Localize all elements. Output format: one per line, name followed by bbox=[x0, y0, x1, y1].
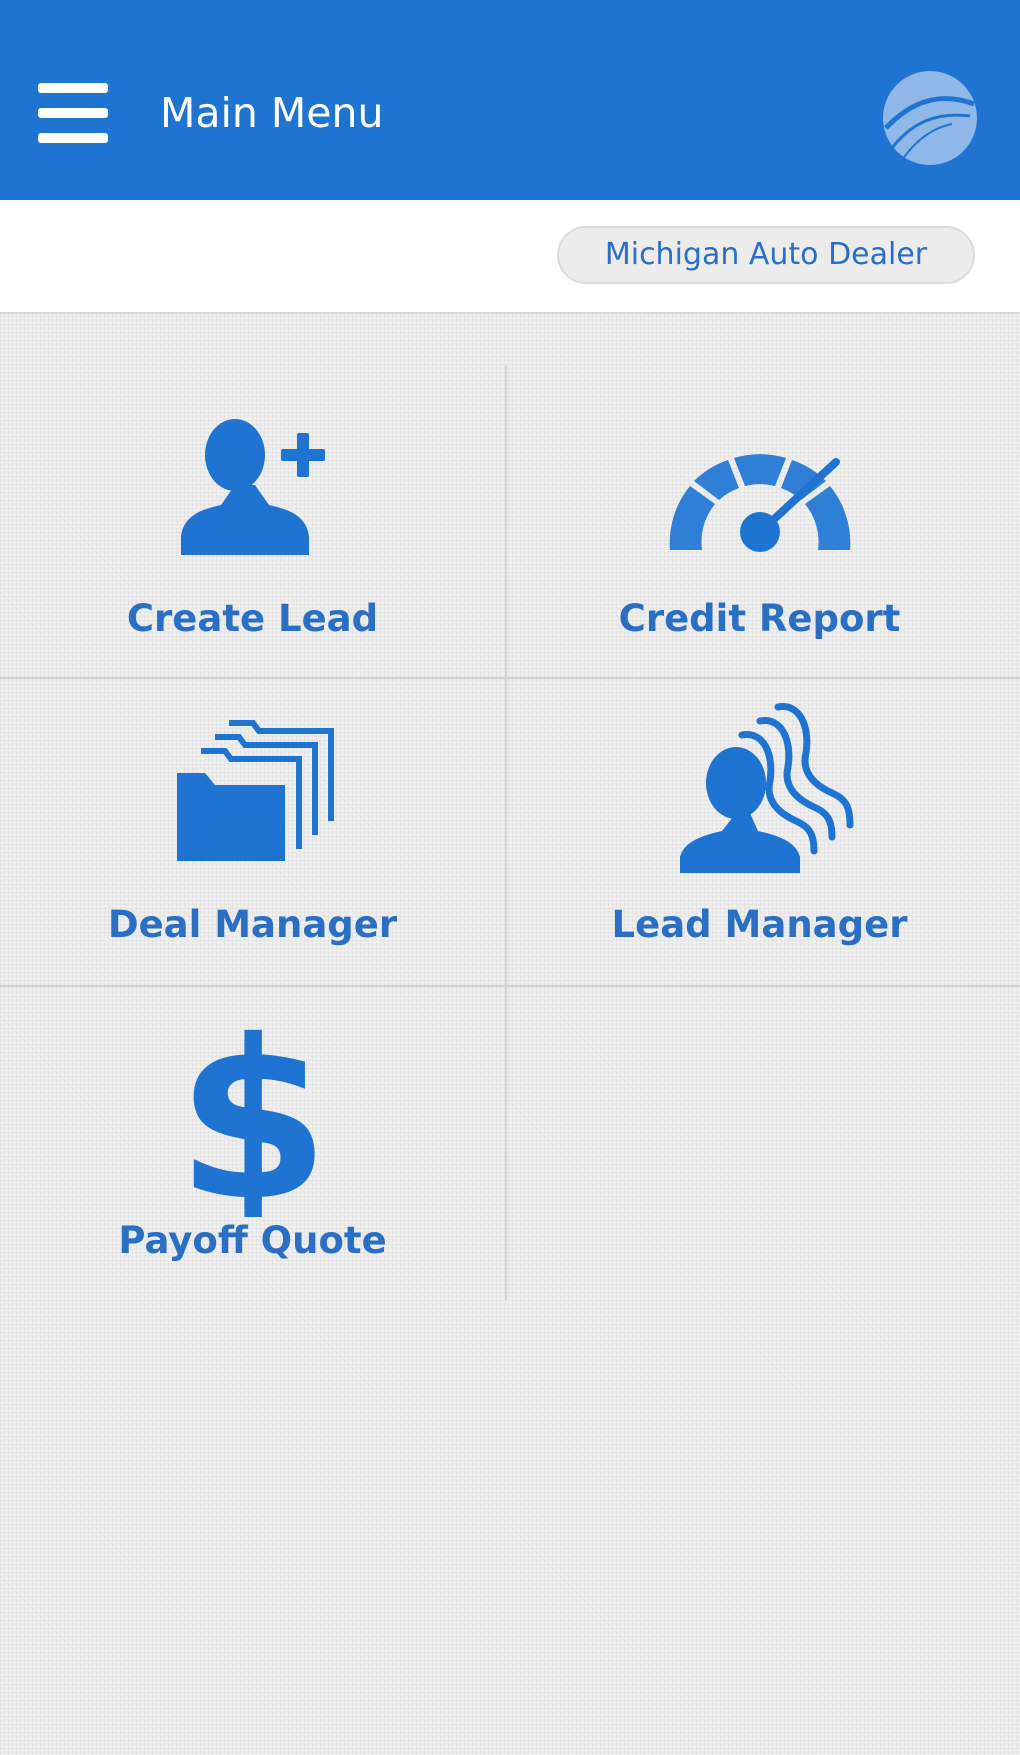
tile-label: Lead Manager bbox=[611, 903, 908, 946]
users-group-icon bbox=[679, 703, 853, 873]
app-logo-icon bbox=[883, 71, 977, 165]
app-bar: Main Menu bbox=[0, 0, 1020, 200]
main-menu-grid: Create Lead Credit Report Deal Manager L… bbox=[0, 365, 1020, 1300]
tile-payoff-quote[interactable]: $ Payoff Quote bbox=[0, 987, 505, 1300]
dollar-icon: $ bbox=[183, 1017, 323, 1217]
folders-icon bbox=[176, 720, 334, 861]
tile-credit-report[interactable]: Credit Report bbox=[507, 365, 1012, 677]
tile-label: Deal Manager bbox=[107, 903, 398, 946]
tile-create-lead[interactable]: Create Lead bbox=[0, 365, 505, 677]
tile-label: Payoff Quote bbox=[118, 1219, 387, 1262]
add-user-icon bbox=[180, 419, 325, 555]
dealer-strip: Michigan Auto Dealer bbox=[0, 200, 1020, 314]
hamburger-menu-icon[interactable] bbox=[34, 80, 114, 146]
speedometer-icon bbox=[669, 454, 850, 552]
tile-label: Credit Report bbox=[618, 597, 901, 640]
svg-text:$: $ bbox=[183, 1017, 323, 1217]
dealer-selector[interactable]: Michigan Auto Dealer bbox=[557, 226, 975, 284]
tile-lead-manager[interactable]: Lead Manager bbox=[507, 679, 1012, 985]
page-title: Main Menu bbox=[160, 89, 384, 137]
tile-deal-manager[interactable]: Deal Manager bbox=[0, 679, 505, 985]
tile-label: Create Lead bbox=[126, 597, 379, 640]
